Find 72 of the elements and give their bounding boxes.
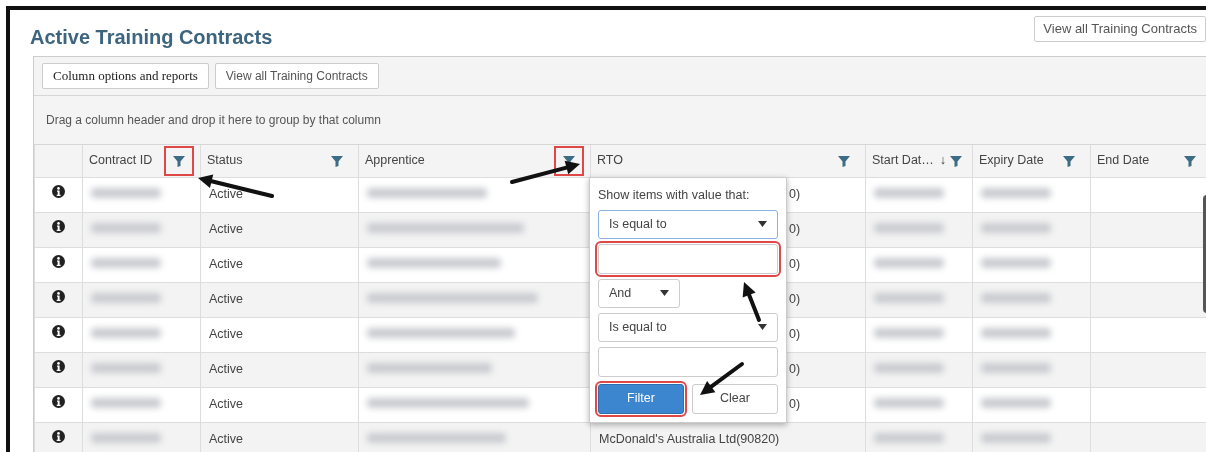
redacted-text — [874, 433, 944, 444]
rto-text: McDonald's Australia Ltd(90820) — [599, 432, 780, 447]
info-icon[interactable] — [52, 220, 65, 234]
rto-text: 0) — [789, 257, 801, 272]
redacted-text — [981, 433, 1051, 444]
logic-dropdown[interactable]: And — [598, 278, 680, 308]
annotation-arrow — [700, 362, 744, 395]
info-icon[interactable] — [52, 185, 65, 199]
column-header[interactable]: RTO — [597, 151, 623, 170]
status-text: Active — [209, 222, 244, 237]
redacted-text — [981, 363, 1051, 374]
info-icon[interactable] — [52, 360, 65, 374]
redacted-text — [91, 328, 161, 339]
page-title: Active Training Contracts — [30, 25, 273, 50]
redacted-text — [91, 258, 161, 269]
redacted-text — [981, 188, 1051, 199]
status-text: Active — [209, 187, 244, 202]
redacted-text — [91, 223, 161, 234]
rto-text: 0) — [789, 222, 801, 237]
status-text: Active — [209, 432, 244, 447]
redacted-text — [874, 363, 944, 374]
redacted-text — [91, 398, 161, 409]
redacted-text — [874, 258, 944, 269]
annotation-arrow — [742, 282, 761, 322]
clear-button[interactable]: Clear — [692, 383, 778, 414]
column-header[interactable]: Status — [207, 151, 243, 170]
rto-text: 0) — [789, 327, 801, 342]
view-all-button[interactable]: View all Training Contracts — [214, 63, 379, 89]
rto-text: 0) — [789, 397, 801, 412]
column-header[interactable]: Apprentice — [365, 151, 425, 170]
column-header[interactable]: Start Dat… — [872, 151, 934, 170]
redacted-text — [91, 433, 161, 444]
redacted-text — [981, 223, 1051, 234]
redacted-text — [91, 188, 161, 199]
rto-text: 0) — [789, 187, 801, 202]
operator-dropdown[interactable]: Is equal to — [598, 312, 778, 342]
view-all-button[interactable]: View all Training Contracts — [1034, 16, 1206, 42]
redacted-text — [981, 293, 1051, 304]
info-icon[interactable] — [52, 430, 65, 444]
info-icon[interactable] — [52, 395, 65, 409]
status-text: Active — [209, 327, 244, 342]
redacted-text — [91, 293, 161, 304]
redacted-text — [874, 223, 944, 234]
filter-label: Show items with value that: — [598, 187, 751, 204]
caret-icon — [758, 324, 767, 331]
rto-text: 0) — [789, 362, 801, 377]
redacted-text — [981, 258, 1051, 269]
info-icon[interactable] — [52, 290, 65, 304]
status-text: Active — [209, 362, 244, 377]
status-text: Active — [209, 257, 244, 272]
info-icon[interactable] — [52, 255, 65, 269]
rto-text: 0) — [789, 292, 801, 307]
redacted-text — [981, 328, 1051, 339]
redacted-text — [91, 363, 161, 374]
group-hint: Drag a column header and drop it here to group by that column — [45, 111, 382, 129]
caret-icon — [660, 290, 669, 297]
filter-button[interactable]: Filter — [598, 383, 684, 414]
annotation-arrow — [510, 160, 580, 184]
redacted-text — [874, 293, 944, 304]
column-options-button[interactable]: Column options and reports — [42, 63, 209, 89]
value-field[interactable] — [598, 243, 778, 274]
info-icon[interactable] — [52, 325, 65, 339]
redacted-text — [874, 188, 944, 199]
sort-icon[interactable]: ↓ — [939, 151, 947, 170]
redacted-text — [981, 398, 1051, 409]
status-text: Active — [209, 292, 244, 307]
redacted-text — [874, 328, 944, 339]
operator-dropdown[interactable]: Is equal to — [598, 209, 778, 239]
redacted-text — [874, 398, 944, 409]
value-field[interactable] — [598, 346, 778, 377]
status-text: Active — [209, 397, 244, 412]
caret-icon — [758, 221, 767, 228]
